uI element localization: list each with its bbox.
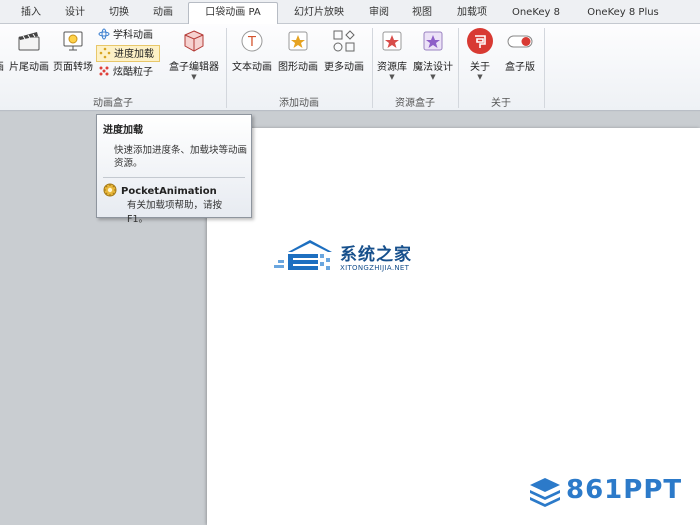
resource-library-icon	[379, 28, 405, 54]
shapes-grid-icon	[331, 28, 357, 54]
spinner-icon	[99, 47, 111, 59]
toggle-icon	[506, 28, 534, 54]
progress-load-label: 进度加载	[114, 49, 154, 60]
partial-button-label: 画	[0, 58, 6, 73]
text-anim-button[interactable]: T 文本动画	[230, 28, 274, 80]
tab-addins[interactable]: 加载项	[450, 4, 494, 24]
atom-icon	[98, 28, 110, 40]
tab-pocket-animation[interactable]: 口袋动画 PA	[188, 2, 278, 25]
tab-review[interactable]: 审阅	[362, 4, 396, 24]
shape-anim-label: 图形动画	[278, 62, 318, 73]
tab-slideshow[interactable]: 幻灯片放映	[286, 4, 352, 24]
transition-icon	[60, 28, 86, 54]
tooltip-app-name: PocketAnimation	[121, 186, 217, 197]
dropdown-arrow-icon: ▼	[389, 73, 395, 81]
about-label: 关于	[470, 62, 490, 73]
tab-insert[interactable]: 插入	[12, 4, 50, 24]
more-anim-button[interactable]: 更多动画	[322, 28, 366, 80]
subject-anim-label: 学科动画	[113, 30, 153, 41]
group-separator	[544, 28, 545, 108]
watermark-ppt-brand: 861PPT	[566, 475, 683, 505]
box-editor-label: 盒子编辑器	[169, 62, 219, 73]
watermark-cn-url: XITONGZHIJIA.NET	[340, 264, 410, 272]
text-anim-label: 文本动画	[232, 62, 272, 73]
dazzle-particle-button[interactable]: 炫酷粒子	[96, 64, 160, 81]
magic-wand-icon	[420, 28, 446, 54]
tooltip-app: PocketAnimation	[103, 183, 245, 197]
pocket-logo-icon	[467, 28, 493, 54]
slide-canvas[interactable]	[207, 128, 700, 525]
tab-transitions[interactable]: 切换	[100, 4, 138, 24]
progress-load-button[interactable]: 进度加载	[96, 45, 160, 62]
star-frame-icon	[285, 28, 311, 54]
box-editor-button[interactable]: 盒子编辑器 ▼	[166, 28, 222, 81]
tooltip-help: 有关加载项帮助，请按 F1。	[127, 200, 223, 225]
tab-design[interactable]: 设计	[56, 4, 94, 24]
tab-onekey8[interactable]: OneKey 8	[504, 4, 568, 24]
tail-anim-label: 片尾动画	[9, 62, 49, 73]
tab-animations[interactable]: 动画	[144, 4, 182, 24]
watermark-861ppt: 861PPT	[528, 474, 696, 510]
svg-text:T: T	[247, 35, 256, 50]
clapperboard-icon	[16, 28, 42, 54]
ribbon-tabs: 插入 设计 切换 动画 口袋动画 PA 幻灯片放映 审阅 视图 加载项 OneK…	[0, 0, 700, 25]
tail-anim-button[interactable]: 片尾动画	[8, 28, 50, 80]
resource-lib-button[interactable]: 资源库 ▼	[374, 28, 410, 81]
subject-anim-button[interactable]: 学科动画	[96, 27, 160, 44]
magic-design-button[interactable]: 魔法设计 ▼	[410, 28, 456, 81]
tab-onekey8plus[interactable]: OneKey 8 Plus	[578, 4, 668, 24]
dazzle-particle-label: 炫酷粒子	[113, 67, 153, 78]
group-label-about: 关于	[491, 98, 511, 109]
dropdown-arrow-icon: ▼	[191, 73, 197, 81]
about-button[interactable]: 关于 ▼	[462, 28, 498, 81]
layers-logo-icon	[530, 478, 560, 507]
tab-view[interactable]: 视图	[404, 4, 440, 24]
watermark-xitongzhijia: 系统之家 XITONGZHIJIA.NET	[274, 238, 426, 284]
watermark-cn-brand: 系统之家	[340, 245, 412, 265]
tooltip-description: 快速添加进度条、加载块等动画资源。	[114, 145, 248, 169]
particles-icon	[98, 65, 110, 77]
page-transition-button[interactable]: 页面转场	[52, 28, 94, 80]
box-edition-button[interactable]: 盒子版	[500, 28, 540, 80]
house-logo-icon	[274, 240, 332, 270]
group-label-resource-box: 资源盒子	[395, 98, 435, 109]
page-transition-label: 页面转场	[53, 62, 93, 73]
text-anim-icon: T	[239, 28, 265, 54]
more-anim-label: 更多动画	[324, 62, 364, 73]
partial-button[interactable]: 画	[0, 28, 6, 80]
tooltip-divider	[103, 177, 245, 178]
ribbon: 画 片尾动画 页面转场 学科动画 进度加载 炫酷粒子 盒子编辑器 ▼ 动画盒子 …	[0, 24, 700, 111]
magic-design-label: 魔法设计	[413, 62, 453, 73]
gear-icon	[103, 183, 117, 197]
tooltip-progress-load: 进度加载 快速添加进度条、加载块等动画资源。 PocketAnimation 有…	[96, 114, 252, 225]
tooltip-title: 进度加载	[103, 125, 143, 136]
dropdown-arrow-icon: ▼	[477, 73, 483, 81]
group-label-add-anim: 添加动画	[279, 98, 319, 109]
resource-lib-label: 资源库	[377, 62, 407, 73]
cube-icon	[181, 28, 207, 54]
box-edition-label: 盒子版	[505, 62, 535, 73]
dropdown-arrow-icon: ▼	[430, 73, 436, 81]
shape-anim-button[interactable]: 图形动画	[276, 28, 320, 80]
group-label-anim-box: 动画盒子	[93, 98, 133, 109]
